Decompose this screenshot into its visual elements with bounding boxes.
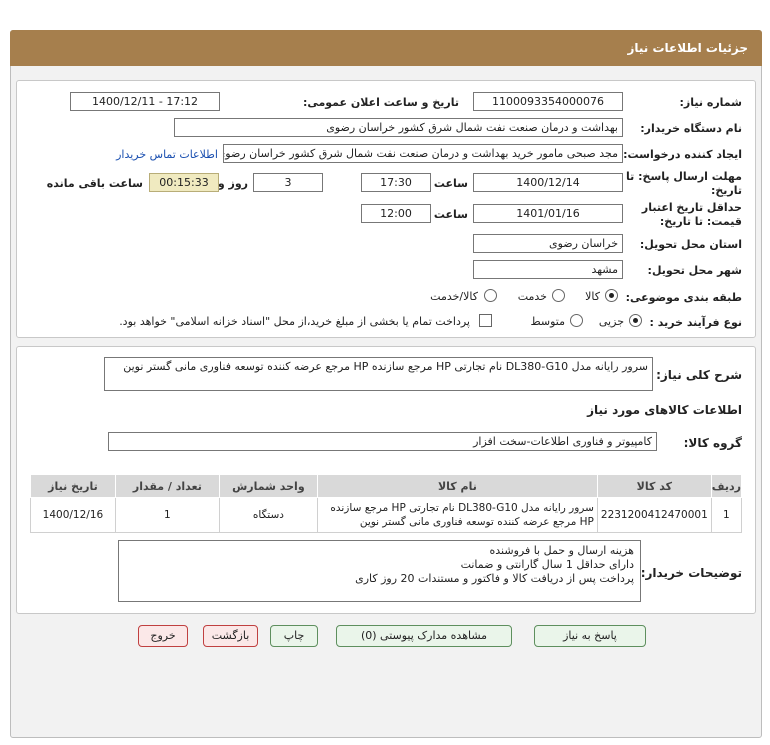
page-header: جزئیات اطلاعات نیاز: [10, 30, 762, 66]
back-button[interactable]: بازگشت: [203, 625, 258, 647]
summary-label: شرح کلی نیاز:: [656, 368, 742, 382]
buyer-org-label: نام دستگاه خریدار:: [640, 122, 742, 135]
remaining-time-field: 00:15:33: [149, 173, 219, 192]
cell-code: 2231200412470001: [596, 497, 712, 533]
validity-label: حداقل تاریخ اعتبار: [641, 201, 742, 214]
summary-field: سرور رایانه مدل DL380-G10 نام تجارتی HP …: [104, 357, 653, 391]
buyer-org-field: بهداشت و درمان صنعت نفت شمال شرق کشور خر…: [174, 118, 623, 137]
process-option-medium: متوسط: [530, 315, 565, 328]
buyer-notes-box: هزینه ارسال و حمل با فروشنده دارای حداقل…: [118, 540, 641, 602]
cell-name: سرور رایانه مدل DL380-G10 نام تجارتی HP …: [316, 497, 598, 533]
validity-label-date: قیمت: تا تاریخ:: [659, 215, 742, 228]
col-unit: واحد شمارش: [218, 474, 318, 498]
buyer-notes-label: توضیحات خریدار:: [640, 566, 742, 580]
validity-date-field: 1401/01/16: [473, 204, 623, 223]
province-label: استان محل تحویل:: [639, 238, 742, 251]
page-title: جزئیات اطلاعات نیاز: [627, 41, 748, 55]
cell-unit: دستگاه: [218, 497, 318, 533]
process-radio-medium[interactable]: [570, 314, 583, 327]
category-option-goods: کالا: [585, 290, 600, 303]
col-name: نام کالا: [316, 474, 598, 498]
announce-label: تاریخ و ساعت اعلان عمومی:: [302, 96, 459, 109]
goods-group-label: گروه کالا:: [683, 436, 742, 450]
announce-field: 1400/12/11 - 17:12: [70, 92, 220, 111]
col-qty: تعداد / مقدار: [114, 474, 220, 498]
goods-section-title: اطلاعات کالاهای مورد نیاز: [587, 403, 742, 417]
attachments-button[interactable]: مشاهده مدارک پیوستی (0): [336, 625, 512, 647]
process-option-minor: جزیی: [598, 315, 624, 328]
col-date: تاریخ نیاز: [30, 474, 116, 498]
deadline-date-field: 1400/12/14: [473, 173, 623, 192]
need-number-field: 1100093354000076: [473, 92, 623, 111]
category-option-service: خدمت: [517, 290, 547, 303]
col-code: کد کالا: [596, 474, 712, 498]
table-row: 1 2231200412470001 سرور رایانه مدل DL380…: [30, 497, 743, 533]
print-button[interactable]: چاپ: [270, 625, 318, 647]
deadline-time-label: ساعت: [433, 177, 468, 190]
city-field: مشهد: [473, 260, 623, 279]
treasury-payment-note: پرداخت تمام یا بخشی از مبلغ خرید،از محل …: [119, 315, 470, 328]
category-radio-goods-service[interactable]: [484, 289, 497, 302]
remaining-label: ساعت باقی مانده: [46, 177, 143, 190]
days-field: 3: [253, 173, 323, 192]
buyer-note-line: هزینه ارسال و حمل با فروشنده: [489, 544, 635, 557]
category-label: طبقه بندی موضوعی:: [625, 291, 742, 304]
category-option-goods-service: کالا/خدمت: [430, 290, 478, 303]
requester-label: ایجاد کننده درخواست:: [623, 148, 742, 161]
process-radio-minor[interactable]: [629, 314, 642, 327]
buyer-note-line: دارای حداقل 1 سال گارانتی و ضمانت: [460, 558, 634, 571]
deadline-label-date: تاریخ:: [710, 184, 742, 197]
cell-qty: 1: [114, 497, 220, 533]
exit-button[interactable]: خروج: [138, 625, 188, 647]
table-header-row: ردیف کد کالا نام کالا واحد شمارش تعداد /…: [30, 474, 743, 498]
need-number-label: شماره نیاز:: [679, 96, 742, 109]
category-radio-goods[interactable]: [605, 289, 618, 302]
days-label: روز و: [217, 177, 248, 190]
cell-date: 1400/12/16: [30, 497, 116, 533]
buyer-note-line: پرداخت پس از دریافت کالا و فاکتور و مستن…: [355, 572, 634, 585]
reply-button[interactable]: پاسخ به نیاز: [534, 625, 646, 647]
city-label: شهر محل تحویل:: [647, 264, 742, 277]
validity-time-label: ساعت: [433, 208, 468, 221]
province-field: خراسان رضوی: [473, 234, 623, 253]
cell-row: 1: [710, 497, 743, 533]
col-row: ردیف: [710, 474, 743, 498]
requester-field: مجد صبحی مامور خرید بهداشت و درمان صنعت …: [223, 144, 623, 163]
validity-time-field: 12:00: [361, 204, 431, 223]
process-label: نوع فرآیند خرید :: [649, 316, 742, 329]
deadline-time-field: 17:30: [361, 173, 431, 192]
goods-group-field: کامپیوتر و فناوری اطلاعات-سخت افزار: [108, 432, 657, 451]
items-table: ردیف کد کالا نام کالا واحد شمارش تعداد /…: [30, 474, 743, 533]
contact-buyer-link[interactable]: اطلاعات تماس خریدار: [116, 148, 218, 161]
deadline-label: مهلت ارسال پاسخ: تا: [626, 170, 742, 183]
treasury-checkbox[interactable]: [479, 314, 492, 327]
category-radio-service[interactable]: [552, 289, 565, 302]
